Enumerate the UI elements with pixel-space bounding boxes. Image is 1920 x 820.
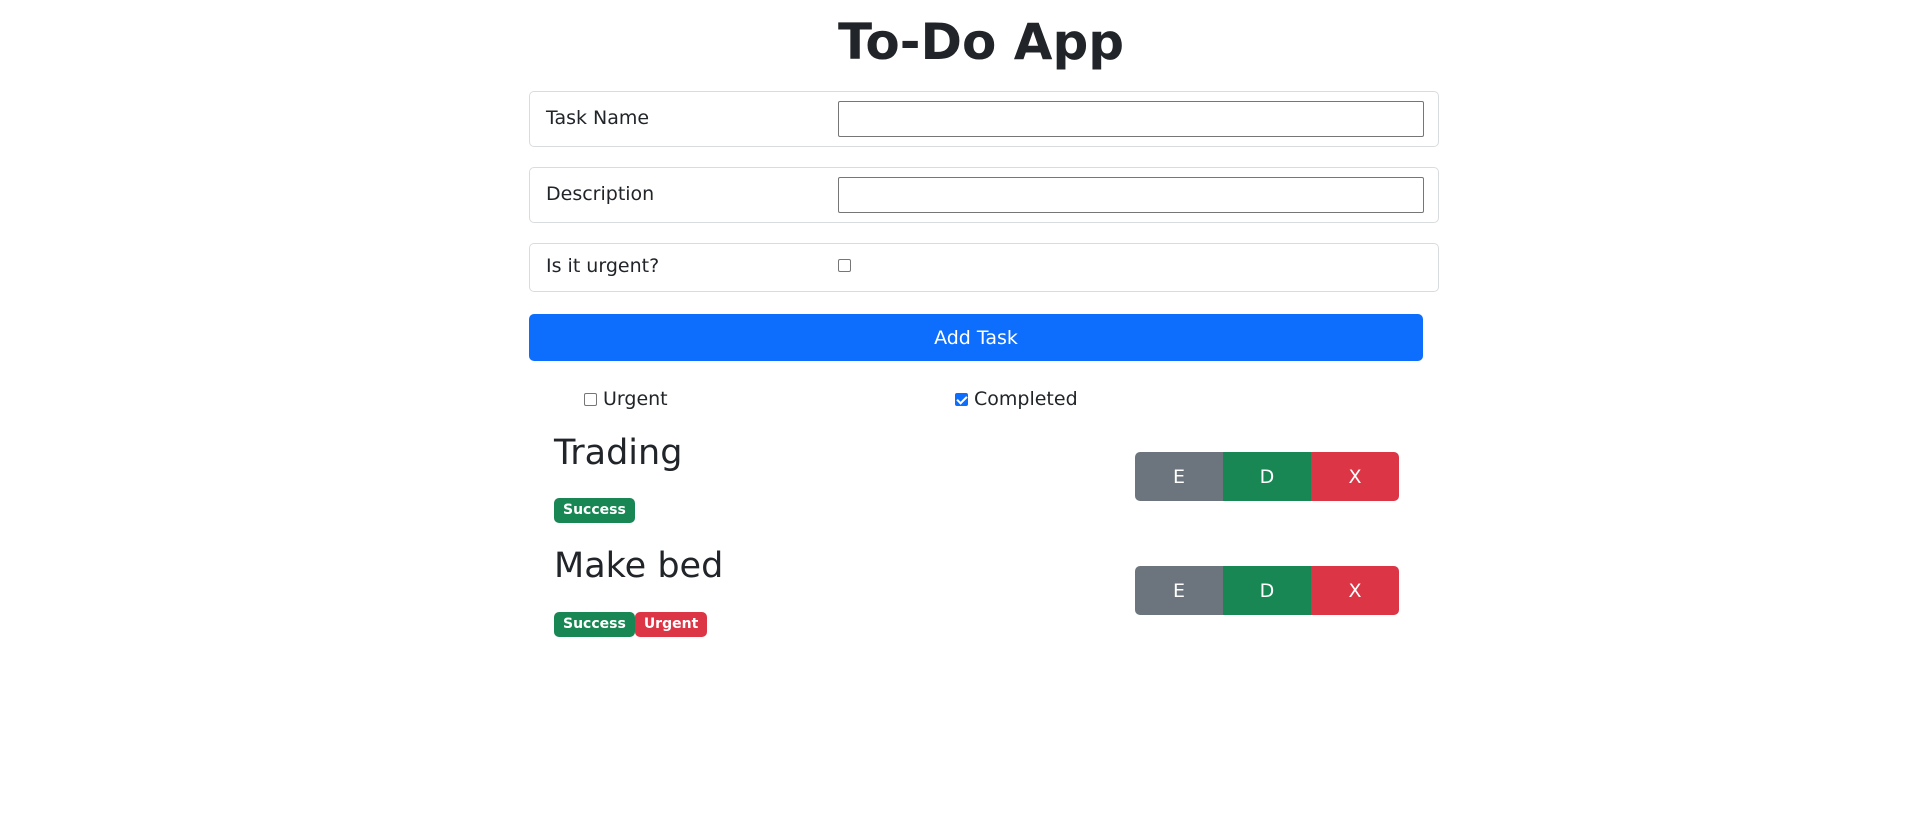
filter-completed[interactable]: Completed (955, 388, 1078, 410)
task-name-label: Task Name (546, 107, 650, 129)
urgent-badge: Urgent (634, 612, 708, 637)
urgent-checkbox[interactable] (838, 259, 851, 272)
task-badges: Success (554, 498, 635, 523)
status-badge: Success (554, 498, 635, 523)
task-actions: E D X (1135, 566, 1399, 615)
delete-button[interactable]: X (1311, 566, 1399, 615)
delete-button[interactable]: X (1311, 452, 1399, 501)
urgent-row: Is it urgent? (529, 243, 1439, 292)
page-title: To-Do App (837, 13, 1125, 71)
task-actions: E D X (1135, 452, 1399, 501)
task-name-row: Task Name (529, 91, 1439, 147)
filter-completed-label: Completed (974, 388, 1078, 410)
task-name-input[interactable] (838, 101, 1424, 137)
done-button[interactable]: D (1223, 452, 1311, 501)
filter-urgent-label: Urgent (603, 388, 668, 410)
filter-urgent[interactable]: Urgent (584, 388, 668, 410)
description-label: Description (546, 183, 655, 205)
edit-button[interactable]: E (1135, 452, 1223, 501)
todo-app: To-Do App Task Name Description Is it ur… (0, 0, 1920, 820)
task-title: Trading (554, 433, 683, 473)
done-button[interactable]: D (1223, 566, 1311, 615)
status-badge: Success (554, 612, 635, 637)
urgent-label: Is it urgent? (546, 255, 660, 277)
description-input[interactable] (838, 177, 1424, 213)
add-task-button[interactable]: Add Task (529, 314, 1423, 361)
filter-completed-checkbox[interactable] (955, 392, 968, 406)
task-badges: Success Urgent (554, 612, 708, 637)
edit-button[interactable]: E (1135, 566, 1223, 615)
description-row: Description (529, 167, 1439, 223)
task-title: Make bed (554, 546, 724, 586)
filter-urgent-checkbox[interactable] (584, 392, 597, 406)
